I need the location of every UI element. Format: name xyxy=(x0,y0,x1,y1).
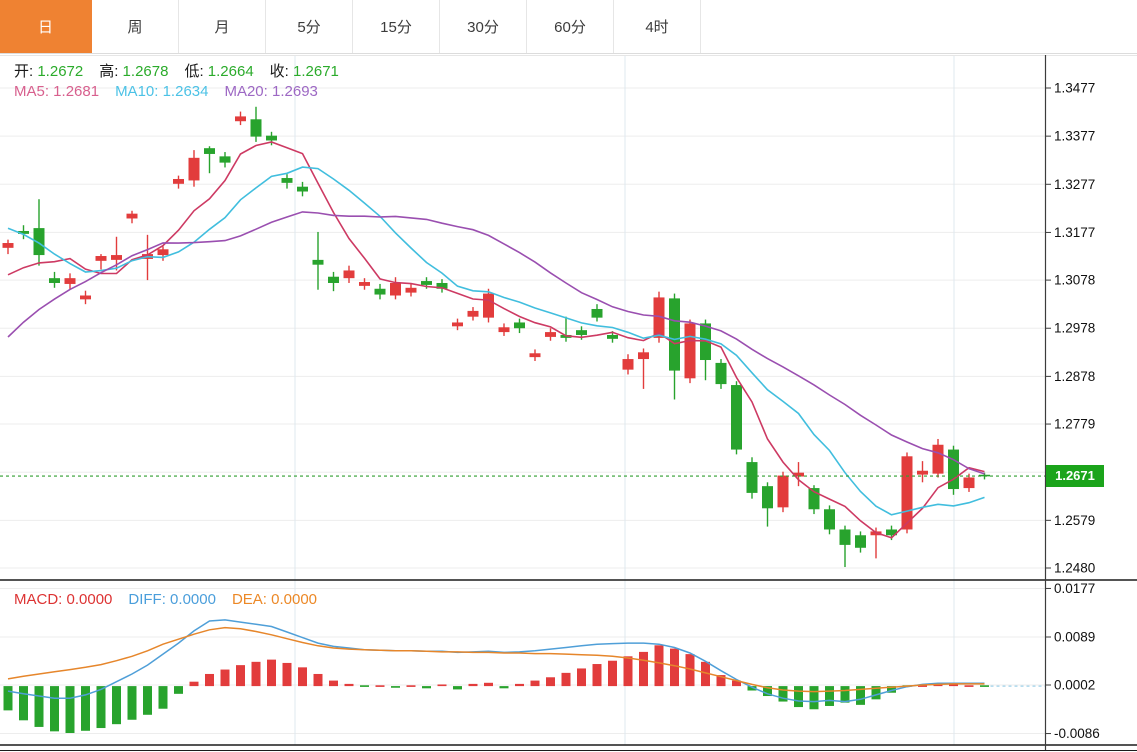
tab-monthly[interactable]: 月 xyxy=(179,0,266,53)
svg-text:1.3477: 1.3477 xyxy=(1054,81,1095,96)
ma-legend-ma10: MA10: 1.2634 xyxy=(115,83,208,100)
tab-15min[interactable]: 15分 xyxy=(353,0,440,53)
trading-chart-app: 1.3477 1.3377 1.3277 1.3177 1.3078 1.2978 1.28… xyxy=(0,0,1137,752)
svg-text:1.2978: 1.2978 xyxy=(1054,321,1095,336)
svg-text:1.2878: 1.2878 xyxy=(1054,369,1095,384)
svg-text:-0.0086: -0.0086 xyxy=(1054,726,1100,741)
timeframe-tabbar: 日周月5分15分30分60分4时 xyxy=(0,0,1137,54)
svg-text:0.0002: 0.0002 xyxy=(1054,678,1095,693)
tab-4hour[interactable]: 4时 xyxy=(614,0,701,53)
tab-weekly[interactable]: 周 xyxy=(92,0,179,53)
chart-canvas[interactable]: 1.3477 1.3377 1.3277 1.3177 1.3078 1.2978 1.28… xyxy=(0,0,1137,752)
macd-legend: MACD: 0.0000 DIFF: 0.0000 DEA: 0.0000 xyxy=(14,591,333,608)
ohlc-legend-low: 低: 1.2664 xyxy=(184,63,253,80)
ohlc-legend-close: 收: 1.2671 xyxy=(270,63,339,80)
svg-text:0.0089: 0.0089 xyxy=(1054,630,1095,645)
svg-text:1.3377: 1.3377 xyxy=(1054,129,1095,144)
svg-text:1.3177: 1.3177 xyxy=(1054,225,1095,240)
tab-5min[interactable]: 5分 xyxy=(266,0,353,53)
svg-text:1.3078: 1.3078 xyxy=(1054,273,1095,288)
ma-legend-ma5: MA5: 1.2681 xyxy=(14,83,99,100)
svg-text:0.0177: 0.0177 xyxy=(1054,581,1095,596)
macd-legend-diff: DIFF: 0.0000 xyxy=(128,591,216,608)
macd-legend-dea: DEA: 0.0000 xyxy=(232,591,317,608)
svg-text:1.2579: 1.2579 xyxy=(1054,513,1095,528)
ohlc-legend-high: 高: 1.2678 xyxy=(99,63,168,80)
svg-text:1.3277: 1.3277 xyxy=(1054,177,1095,192)
tab-60min[interactable]: 60分 xyxy=(527,0,614,53)
ma-legend: MA5: 1.2681 MA10: 1.2634 MA20: 1.2693 xyxy=(14,83,334,100)
ohlc-legend-open: 开: 1.2672 xyxy=(14,63,83,80)
ma-legend-ma20: MA20: 1.2693 xyxy=(224,83,317,100)
current-price-badge: 1.2671 xyxy=(1046,465,1104,487)
macd-legend-macd: MACD: 0.0000 xyxy=(14,591,112,608)
svg-text:1.2779: 1.2779 xyxy=(1054,417,1095,432)
ohlc-legend: 开: 1.2672 高: 1.2678 低: 1.2664 收: 1.2671 xyxy=(14,60,355,81)
tab-30min[interactable]: 30分 xyxy=(440,0,527,53)
tab-daily[interactable]: 日 xyxy=(0,0,92,53)
svg-text:1.2480: 1.2480 xyxy=(1054,561,1095,576)
